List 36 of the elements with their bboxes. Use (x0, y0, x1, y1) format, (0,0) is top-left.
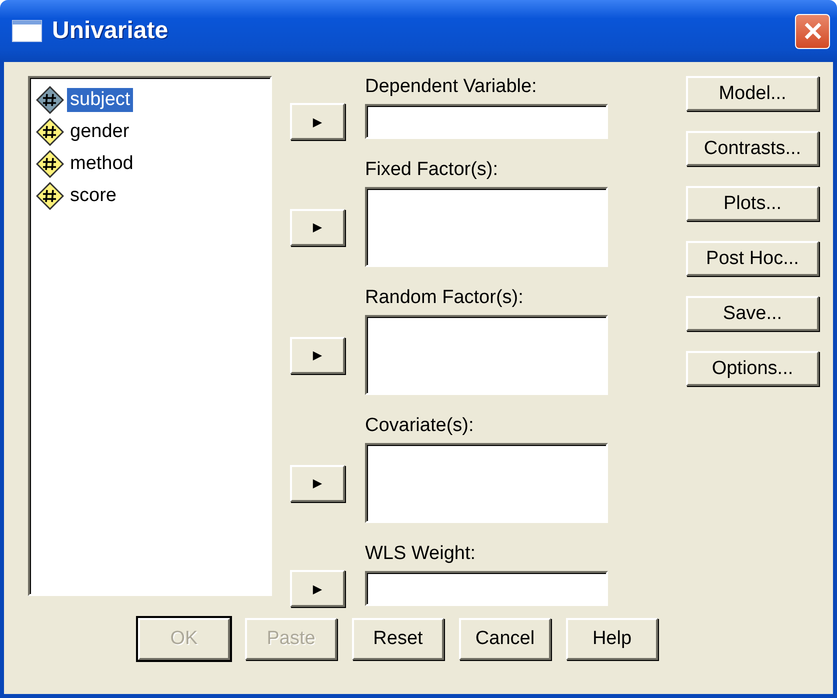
input-field[interactable] (365, 104, 608, 139)
variable-list-item[interactable]: method (67, 152, 136, 176)
field-label: WLS Weight: (365, 543, 477, 566)
variable-scale-icon (36, 150, 64, 178)
dialog-button[interactable]: Reset (352, 618, 444, 660)
close-button[interactable] (795, 14, 830, 48)
variable-list-item[interactable]: subject (67, 88, 134, 112)
move-arrow-button[interactable]: ▶ (290, 570, 345, 607)
move-arrow-button[interactable]: ▶ (290, 103, 345, 140)
dialog-button[interactable]: Model... (686, 76, 819, 111)
variable-list-item[interactable]: gender (67, 120, 132, 144)
dialog-button[interactable]: Plots... (686, 186, 819, 221)
move-arrow-button[interactable]: ▶ (290, 336, 345, 374)
target-list-box[interactable] (365, 315, 608, 395)
dialog-button[interactable]: Help (566, 618, 658, 660)
variable-list-item[interactable]: score (67, 184, 120, 208)
variable-scale-icon (36, 86, 64, 114)
field-label: Covariate(s): (365, 415, 475, 438)
dialog-button[interactable]: Options... (686, 351, 819, 386)
variable-scale-icon (36, 118, 64, 146)
field-label: Random Factor(s): (365, 287, 524, 310)
variable-list[interactable]: subject gender method score (28, 76, 272, 596)
field-label: Fixed Factor(s): (365, 159, 500, 182)
move-arrow-button[interactable]: ▶ (290, 208, 345, 246)
window-icon (12, 20, 42, 42)
window-title: Univariate (52, 17, 170, 45)
move-arrow-button[interactable]: ▶ (290, 464, 345, 502)
field-label: Dependent Variable: (365, 76, 538, 99)
dialog-button[interactable]: Cancel (459, 618, 551, 660)
dialog-button[interactable]: Contrasts... (686, 131, 819, 166)
variable-scale-icon (36, 182, 64, 210)
dialog-button[interactable]: Save... (686, 296, 819, 331)
target-list-box[interactable] (365, 443, 608, 523)
dialog-button[interactable]: Post Hoc... (686, 241, 819, 276)
target-list-box[interactable] (365, 187, 608, 267)
input-field[interactable] (365, 571, 608, 606)
